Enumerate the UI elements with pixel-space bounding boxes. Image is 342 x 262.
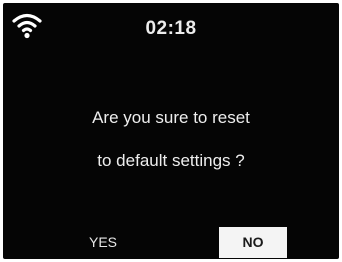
confirm-message-line-1: Are you sure to reset [92, 108, 250, 127]
clock-time: 02:18 [145, 18, 197, 39]
yes-button[interactable]: YES [78, 227, 128, 258]
no-button[interactable]: NO [219, 227, 287, 258]
device-frame: 02:18 Are you sure to reset to default s… [0, 0, 342, 262]
display-screen: 02:18 Are you sure to reset to default s… [3, 3, 339, 259]
confirm-message-line-2: to default settings ? [97, 151, 245, 170]
